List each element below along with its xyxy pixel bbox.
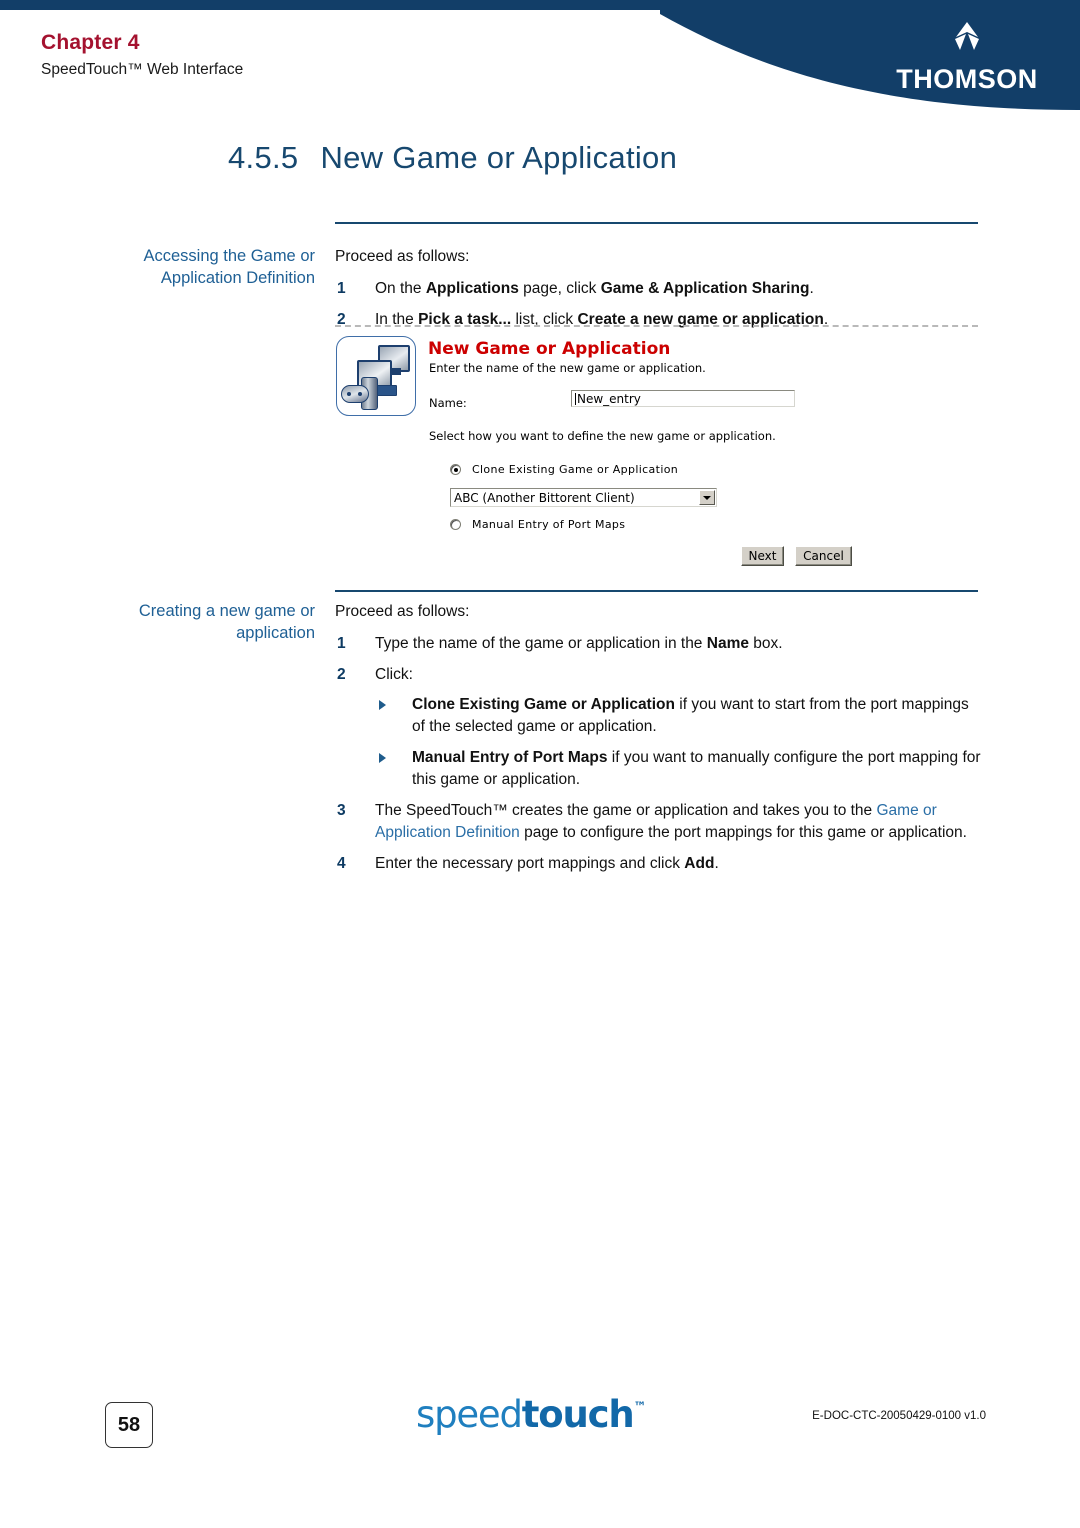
divider-rule-top: [335, 222, 978, 224]
thomson-logo: THOMSON: [892, 20, 1042, 93]
step-text: Type the name of the game or application…: [375, 635, 783, 652]
step-text: On the Applications page, click Game & A…: [375, 280, 814, 297]
sidenote-line-2: application: [236, 624, 315, 642]
dialog-title: New Game or Application: [428, 339, 671, 359]
logo-trademark: ™: [633, 1400, 647, 1415]
step-number: 2: [337, 666, 346, 683]
header-text-group: Chapter 4 SpeedTouch™ Web Interface: [41, 31, 243, 81]
block2-body: Proceed as follows: 1 Type the name of t…: [335, 601, 985, 884]
step-number: 1: [337, 280, 346, 297]
chapter-subtitle: SpeedTouch™ Web Interface: [41, 61, 244, 78]
text-caret: [575, 393, 576, 405]
step-text: Enter the necessary port mappings and cl…: [375, 855, 719, 872]
thomson-wordmark: THOMSON: [896, 64, 1038, 94]
gamepad-shape: [341, 385, 369, 403]
chevron-down-icon[interactable]: [699, 490, 715, 505]
bullet-manual-entry: Manual Entry of Port Maps if you want to…: [375, 747, 985, 791]
block2-step-4: 4 Enter the necessary port mappings and …: [335, 853, 985, 875]
page-header: Chapter 4 SpeedTouch™ Web Interface THOM…: [0, 0, 1080, 110]
sidenote-line-2: Application Definition: [160, 269, 315, 287]
click-options-list: Clone Existing Game or Application if yo…: [375, 694, 985, 791]
dropdown-selected-value: ABC (Another Bittorent Client): [454, 491, 635, 505]
radio-clone-label: Clone Existing Game or Application: [472, 463, 679, 476]
gamepad-dot: [358, 392, 362, 396]
dialog-subtitle: Enter the name of the new game or applic…: [429, 361, 706, 375]
step-text: The SpeedTouch™ creates the game or appl…: [375, 802, 967, 841]
chapter-label: Chapter 4: [41, 31, 140, 54]
thomson-diamond-icon: [955, 22, 979, 50]
page-number-badge: 58: [105, 1402, 153, 1448]
clone-source-dropdown[interactable]: ABC (Another Bittorent Client): [450, 488, 717, 507]
step-number: 1: [337, 635, 346, 652]
step-number: 3: [337, 802, 346, 819]
logo-light-part: speed: [416, 1393, 523, 1436]
triangle-bullet-icon: [379, 700, 386, 710]
page-title: 4.5.5 New Game or Application: [228, 140, 677, 176]
logo-bold-part: touch: [521, 1393, 635, 1436]
block2-step-3: 3 The SpeedTouch™ creates the game or ap…: [335, 800, 985, 844]
name-field-label: Name:: [429, 396, 467, 410]
block1-step-2: 2 In the Pick a task... list, click Crea…: [335, 309, 985, 331]
radio-button-icon[interactable]: [450, 464, 461, 475]
bullet-text: Manual Entry of Port Maps if you want to…: [412, 749, 981, 788]
step-number: 2: [337, 311, 346, 328]
next-button[interactable]: Next: [741, 546, 784, 566]
bullet-clone-existing: Clone Existing Game or Application if yo…: [375, 694, 985, 738]
radio-option-manual[interactable]: Manual Entry of Port Maps: [450, 518, 625, 531]
radio-button-icon[interactable]: [450, 519, 461, 530]
speedtouch-logo: speedtouch™: [416, 1393, 647, 1436]
block2-step-list: 1 Type the name of the game or applicati…: [335, 633, 985, 875]
radio-manual-label: Manual Entry of Port Maps: [472, 518, 626, 531]
step-number: 4: [337, 855, 346, 872]
block1-lead: Proceed as follows:: [335, 248, 470, 265]
document-id: E-DOC-CTC-20050429-0100 v1.0: [812, 1410, 986, 1422]
name-input-value: New_entry: [577, 392, 641, 406]
embedded-screenshot-new-game-dialog: New Game or Application Enter the name o…: [335, 330, 978, 570]
divider-rule-middle: [335, 590, 978, 592]
section-number: 4.5.5: [228, 140, 299, 175]
sidenote-creating-new-game: Creating a new game or application: [100, 600, 315, 644]
block1-step-list: 1 On the Applications page, click Game &…: [335, 278, 985, 331]
bullet-text: Clone Existing Game or Application if yo…: [412, 696, 969, 735]
block2-lead: Proceed as follows:: [335, 603, 470, 620]
block2-step-2: 2 Click: Clone Existing Game or Applicat…: [335, 664, 985, 791]
cancel-button[interactable]: Cancel: [795, 546, 852, 566]
block2-step-1: 1 Type the name of the game or applicati…: [335, 633, 985, 655]
sidenote-line-1: Creating a new game or: [138, 602, 315, 620]
triangle-bullet-icon: [379, 753, 386, 763]
sidenote-accessing-definition: Accessing the Game or Application Defini…: [100, 245, 316, 289]
radio-option-clone[interactable]: Clone Existing Game or Application: [450, 463, 678, 476]
sidenote-line-1: Accessing the Game or: [143, 247, 316, 265]
name-input[interactable]: New_entry: [571, 390, 795, 407]
gamepad-dot: [347, 392, 351, 396]
section-heading: New Game or Application: [320, 140, 678, 175]
block1-step-1: 1 On the Applications page, click Game &…: [335, 278, 985, 300]
game-and-computers-icon: [336, 336, 416, 416]
screenshot-dashed-separator-top: [335, 325, 978, 327]
define-method-hint: Select how you want to define the new ga…: [429, 429, 776, 443]
step-text: Click:: [375, 666, 413, 683]
